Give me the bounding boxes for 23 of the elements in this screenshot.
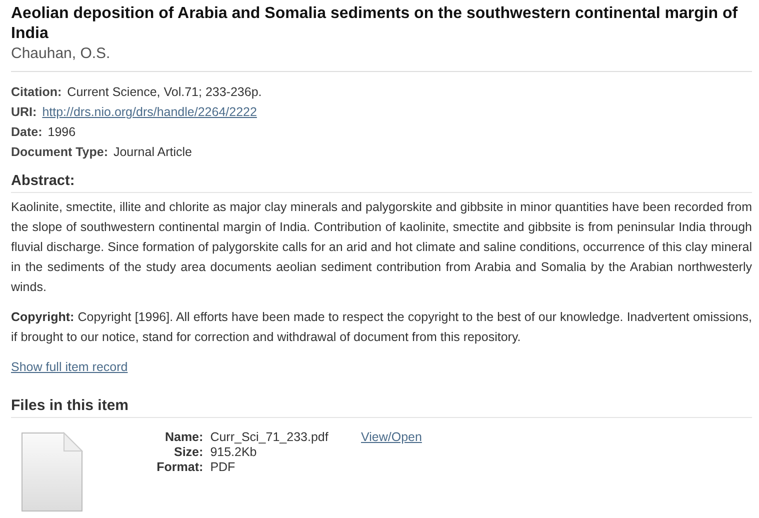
file-meta-value: Curr_Sci_71_233.pdf bbox=[210, 430, 330, 445]
files-heading: Files in this item bbox=[11, 397, 130, 415]
uri-link[interactable]: http://drs.nio.org/drs/handle/2264/2222 bbox=[42, 105, 257, 119]
file-meta-label: Format: bbox=[156, 460, 204, 475]
field-label: Date: bbox=[11, 125, 42, 139]
view-open-link[interactable]: View/Open bbox=[361, 430, 422, 445]
file-meta-value: PDF bbox=[210, 460, 236, 475]
file-meta-label: Size: bbox=[173, 445, 204, 460]
abstract-text: Kaolinite, smectite, illite and chlorite as major clay minerals and palygorskite and gibbsite in minor quantities have been recorded from the slope of southwestern continental margin of India. Contribution of kaolinite, smectite and gibbsite is from peninsular India through fluvial discharge. Since formation of palygorskite calls for an arid and hot climate and saline conditions, occurrence of this clay mineral in the sediments of the study area documents aeolian sediment contribution from Arabia and Somalia by the Arabian northwesterly winds. bbox=[11, 199, 752, 296]
field-value: Current Science, Vol.71; 233-236p. bbox=[67, 85, 262, 99]
field-value: Journal Article bbox=[113, 145, 192, 159]
item-title: Aeolian deposition of Arabia and Somalia sediments on the southwestern continental margin of India bbox=[11, 4, 739, 44]
abstract-heading: Abstract: bbox=[11, 172, 76, 190]
copyright-text: Copyright: Copyright [1996]. All efforts have been made to respect the copyright to the best of our knowledge. Inadvertent omissions, if brought to our notice, stand for correction and withdrawal of document from this repository. bbox=[11, 309, 752, 346]
field-label: Document Type: bbox=[11, 145, 108, 159]
field-value: 1996 bbox=[48, 125, 76, 139]
file-meta-value: 915.2Kb bbox=[210, 445, 258, 460]
field-label: URI: bbox=[11, 105, 37, 119]
author-name: Chauhan, O.S. bbox=[11, 44, 112, 64]
field-label: Citation: bbox=[11, 85, 62, 99]
file-meta-label: Name: bbox=[164, 430, 204, 445]
show-full-record-link[interactable]: Show full item record bbox=[11, 357, 128, 377]
document-icon[interactable] bbox=[20, 432, 84, 514]
